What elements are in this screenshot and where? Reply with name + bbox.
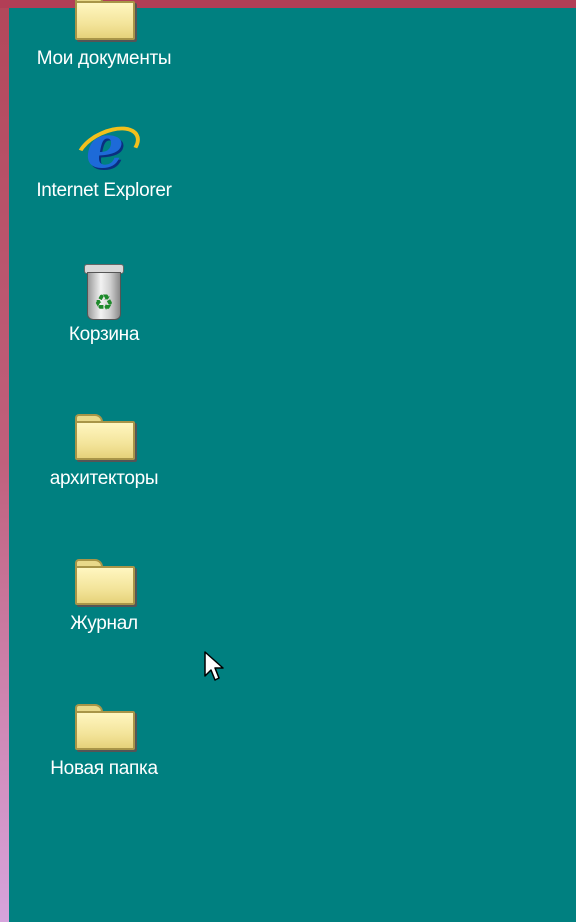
folder-icon [72,698,136,754]
mouse-pointer-icon [204,651,224,681]
window-edge-left [0,0,9,922]
desktop-icon-folder-architects[interactable]: архитекторы [9,408,199,490]
desktop-icon-label: Журнал [70,613,138,634]
desktop-icon-internet-explorer[interactable]: e Internet Explorer [9,117,199,202]
desktop-icon-label: Новая папка [50,758,158,779]
internet-explorer-icon: e [69,117,147,181]
desktop-icon-my-documents[interactable]: Мои документы [9,0,199,70]
desktop-icon-label: Корзина [68,324,140,345]
desktop-icon-label: Internet Explorer [36,180,172,201]
folder-icon [72,0,136,44]
desktop-icon-label: архитекторы [49,468,159,489]
recycle-bin-icon: ♻ [72,264,136,320]
desktop-icon-recycle-bin[interactable]: ♻ Корзина [9,264,199,346]
desktop[interactable]: Мои документы e Internet Explorer ♻ Корз… [9,0,576,922]
folder-icon [72,553,136,609]
folder-icon [72,408,136,464]
desktop-icon-folder-new[interactable]: Новая папка [9,698,199,780]
desktop-icon-folder-journal[interactable]: Журнал [9,553,199,635]
desktop-icon-label: Мои документы [36,48,172,69]
